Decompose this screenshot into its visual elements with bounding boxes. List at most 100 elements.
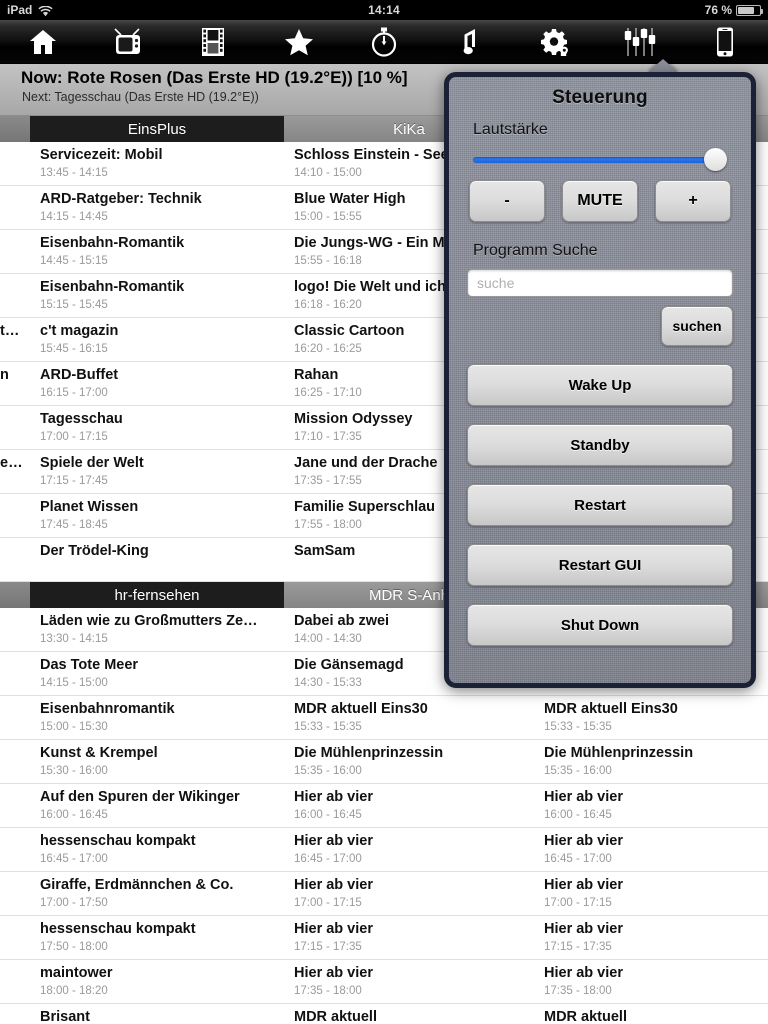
standby-button[interactable]: Standby — [467, 424, 733, 466]
epg-cell[interactable]: Hier ab vier 16:45 - 17:00 — [534, 828, 768, 871]
epg-cell-partial[interactable] — [0, 652, 30, 695]
epg-cell-partial[interactable] — [0, 538, 30, 581]
restart-gui-button[interactable]: Restart GUI — [467, 544, 733, 586]
epg-cell-partial[interactable] — [0, 740, 30, 783]
toolbar-button-music[interactable] — [427, 20, 512, 64]
epg-cell-partial[interactable] — [0, 608, 30, 651]
epg-cell[interactable]: Hier ab vier 16:00 - 16:45 — [284, 784, 534, 827]
epg-cell[interactable]: Servicezeit: Mobil 13:45 - 14:15 — [30, 142, 284, 185]
epg-cell-partial[interactable] — [0, 696, 30, 739]
epg-cell[interactable]: Auf den Spuren der Wikinger 16:00 - 16:45 — [30, 784, 284, 827]
wake-up-button[interactable]: Wake Up — [467, 364, 733, 406]
volume-up-button[interactable]: + — [655, 180, 731, 222]
toolbar-button-steuerung[interactable] — [597, 20, 682, 64]
epg-cell[interactable]: Hier ab vier 17:35 - 18:00 — [284, 960, 534, 1003]
epg-cell[interactable]: Das Tote Meer 14:15 - 15:00 — [30, 652, 284, 695]
toolbar-button-movies[interactable] — [171, 20, 256, 64]
epg-cell-partial[interactable] — [0, 916, 30, 959]
toolbar-button-tv[interactable] — [85, 20, 170, 64]
epg-cell-partial[interactable] — [0, 406, 30, 449]
epg-cell-partial[interactable]: t… — [0, 318, 30, 361]
epg-cell[interactable]: Der Trödel-King — [30, 538, 284, 581]
epg-cell[interactable]: Hier ab vier 17:35 - 18:00 — [534, 960, 768, 1003]
search-submit-button[interactable]: suchen — [661, 306, 733, 346]
epg-cell[interactable]: hessenschau kompakt 16:45 - 17:00 — [30, 828, 284, 871]
volume-slider-knob[interactable] — [704, 148, 727, 171]
volume-slider[interactable] — [473, 148, 727, 172]
sliders-icon — [623, 27, 657, 57]
epg-cell[interactable]: Läden wie zu Großmutters Ze… 13:30 - 14:1… — [30, 608, 284, 651]
epg-cell[interactable]: Die Mühlenprinzessin 15:35 - 16:00 — [534, 740, 768, 783]
toolbar-button-home[interactable] — [0, 20, 85, 64]
program-time: 17:15 - 17:35 — [294, 941, 362, 953]
epg-cell[interactable]: Giraffe, Erdmännchen & Co. 17:00 - 17:50 — [30, 872, 284, 915]
epg-cell-partial[interactable]: n — [0, 362, 30, 405]
epg-cell-partial[interactable] — [0, 186, 30, 229]
epg-cell[interactable]: c't magazin 15:45 - 16:15 — [30, 318, 284, 361]
epg-cell[interactable]: ARD-Ratgeber: Technik 14:15 - 14:45 — [30, 186, 284, 229]
epg-cell[interactable]: maintower 18:00 - 18:20 — [30, 960, 284, 1003]
volume-down-button[interactable]: - — [469, 180, 545, 222]
epg-cell[interactable]: MDR aktuell18:00 - 18:05 — [284, 1004, 534, 1024]
program-title: Der Trödel-King — [40, 543, 149, 559]
epg-cell[interactable]: Hier ab vier 17:15 - 17:35 — [534, 916, 768, 959]
restart-button[interactable]: Restart — [467, 484, 733, 526]
program-title: Die Mühlenprinzessin — [294, 745, 444, 761]
epg-cell-partial[interactable] — [0, 1004, 30, 1024]
popover-title: Steuerung — [552, 87, 648, 108]
program-time: 16:45 - 17:00 — [294, 853, 362, 865]
epg-cell-partial[interactable] — [0, 828, 30, 871]
epg-cell[interactable]: Die Mühlenprinzessin 15:35 - 16:00 — [284, 740, 534, 783]
epg-cell-partial[interactable] — [0, 784, 30, 827]
film-icon — [202, 27, 225, 56]
epg-cell-partial[interactable] — [0, 960, 30, 1003]
epg-cell-partial[interactable] — [0, 274, 30, 317]
epg-cell[interactable]: Hier ab vier 17:00 - 17:15 — [534, 872, 768, 915]
toolbar-button-remote[interactable] — [683, 20, 768, 64]
epg-cell[interactable]: Hier ab vier 16:45 - 17:00 — [284, 828, 534, 871]
epg-cell[interactable]: Tagesschau 17:00 - 17:15 — [30, 406, 284, 449]
epg-cell[interactable]: Eisenbahn-Romantik 14:45 - 15:15 — [30, 230, 284, 273]
epg-cell[interactable]: MDR aktuell Eins30 15:33 - 15:35 — [534, 696, 768, 739]
toolbar-button-favorites[interactable] — [256, 20, 341, 64]
program-title: Hier ab vier — [544, 833, 623, 849]
epg-cell[interactable]: Kunst & Krempel 15:30 - 16:00 — [30, 740, 284, 783]
program-title: Tagesschau — [40, 411, 123, 427]
epg-cell-partial[interactable]: e… — [0, 450, 30, 493]
ios-status-bar: iPad 14:14 76 % — [0, 0, 768, 20]
epg-cell[interactable]: Planet Wissen 17:45 - 18:45 — [30, 494, 284, 537]
epg-row: Auf den Spuren der Wikinger 16:00 - 16:45… — [0, 784, 768, 828]
epg-cell[interactable]: ARD-Buffet 16:15 - 17:00 — [30, 362, 284, 405]
epg-cell[interactable]: Brisant18:20 - 18:50 — [30, 1004, 284, 1024]
program-title: MDR aktuell Eins30 — [294, 701, 428, 717]
program-search-input[interactable] — [467, 269, 733, 297]
epg-cell[interactable]: MDR aktuell18:00 - 18:05 — [534, 1004, 768, 1024]
ipad-screen: iPad 14:14 76 % Now: Rote Rosen (Das Ers… — [0, 0, 768, 1024]
epg-cell[interactable]: Hier ab vier 17:00 - 17:15 — [284, 872, 534, 915]
epg-cell[interactable]: Eisenbahnromantik 15:00 - 15:30 — [30, 696, 284, 739]
epg-cell-partial[interactable] — [0, 230, 30, 273]
program-title: Die Mühlenprinzessin — [544, 745, 694, 761]
channel-name-einsplus[interactable]: EinsPlus — [30, 116, 284, 142]
toolbar-button-settings[interactable] — [512, 20, 597, 64]
epg-cell-partial[interactable] — [0, 872, 30, 915]
program-title: Hier ab vier — [544, 965, 623, 981]
epg-cell[interactable]: Hier ab vier 16:00 - 16:45 — [534, 784, 768, 827]
shut-down-button[interactable]: Shut Down — [467, 604, 733, 646]
program-time: 15:33 - 15:35 — [544, 721, 612, 733]
program-title: Hier ab vier — [294, 877, 373, 893]
toolbar-button-timer[interactable] — [341, 20, 426, 64]
epg-cell[interactable]: Spiele der Welt 17:15 - 17:45 — [30, 450, 284, 493]
program-title: hessenschau kompakt — [40, 833, 196, 849]
volume-label: Lautstärke — [473, 121, 548, 138]
epg-cell[interactable]: Eisenbahn-Romantik 15:15 - 15:45 — [30, 274, 284, 317]
epg-cell-partial[interactable] — [0, 142, 30, 185]
epg-cell[interactable]: MDR aktuell Eins30 15:33 - 15:35 — [284, 696, 534, 739]
program-title: Hier ab vier — [294, 921, 373, 937]
program-time: 14:15 - 15:00 — [40, 677, 108, 689]
epg-cell[interactable]: Hier ab vier 17:15 - 17:35 — [284, 916, 534, 959]
mute-button[interactable]: MUTE — [562, 180, 638, 222]
channel-name-hr-fernsehen[interactable]: hr-fernsehen — [30, 582, 284, 608]
epg-cell-partial[interactable] — [0, 494, 30, 537]
epg-cell[interactable]: hessenschau kompakt 17:50 - 18:00 — [30, 916, 284, 959]
